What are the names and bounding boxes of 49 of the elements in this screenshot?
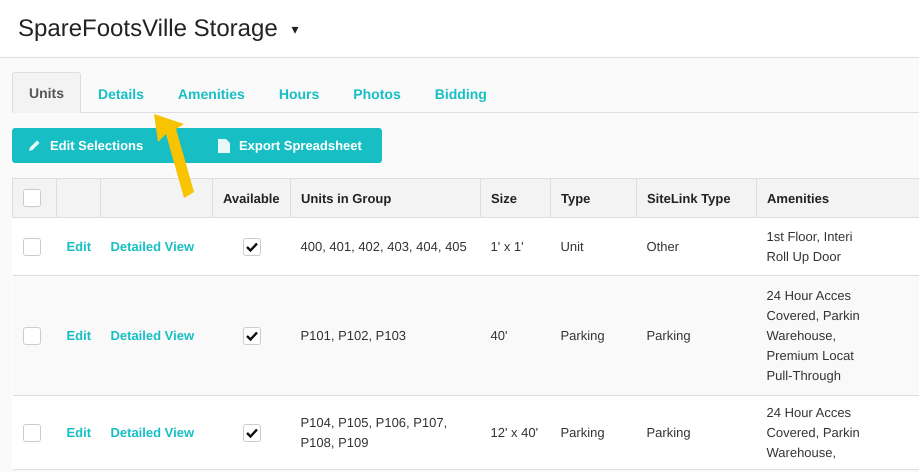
table-cell: Parking bbox=[646, 424, 691, 440]
checkbox[interactable] bbox=[242, 327, 260, 346]
column-header: Type bbox=[550, 178, 636, 218]
table-cell: Parking bbox=[646, 328, 691, 342]
page-title: SpareFootsVille Storage bbox=[18, 14, 278, 42]
column-header: Amenities bbox=[756, 178, 919, 218]
column-header: Size bbox=[480, 178, 550, 218]
checkbox[interactable] bbox=[22, 238, 40, 256]
file-icon bbox=[218, 138, 230, 152]
table-cell: P101, P102, P103 bbox=[300, 328, 406, 342]
edit-link[interactable]: Edit bbox=[66, 424, 92, 440]
tab[interactable]: Units bbox=[12, 72, 81, 113]
table-cell: 1' x 1' bbox=[490, 238, 524, 254]
tab[interactable]: Hours bbox=[262, 73, 336, 113]
table-cell: P104, P105, P106, P107, P108, P109 bbox=[300, 414, 448, 450]
table-cell: Parking bbox=[560, 424, 605, 440]
checkmark-icon bbox=[246, 242, 258, 252]
edit-link[interactable]: Edit bbox=[66, 328, 92, 342]
table-cell: 1st Floor, Interi Roll Up Door bbox=[766, 228, 852, 264]
table-cell: 400, 401, 402, 403, 404, 405 bbox=[300, 238, 467, 254]
checkbox[interactable] bbox=[242, 238, 260, 256]
dropdown-caret[interactable]: ▾ bbox=[292, 20, 299, 36]
detailed-view-link[interactable]: Detailed View bbox=[110, 424, 194, 440]
checkbox[interactable] bbox=[22, 424, 40, 442]
edit-link[interactable]: Edit bbox=[66, 238, 92, 254]
pencil-icon bbox=[28, 139, 41, 152]
table-cell: 24 Hour Acces Covered, Parkin Warehouse, Premium Locat Pull-Through bbox=[766, 288, 860, 382]
table-cell: 24 Hour Acces Covered, Parkin Warehouse, bbox=[766, 404, 860, 460]
action-button[interactable]: Export Spreadsheet bbox=[208, 128, 382, 163]
detailed-view-link[interactable]: Detailed View bbox=[110, 328, 194, 342]
column-header: SiteLink Type bbox=[636, 178, 756, 218]
table-cell: 12' x 40' bbox=[490, 424, 538, 440]
table-cell: Unit bbox=[560, 238, 584, 254]
detailed-view-link[interactable]: Detailed View bbox=[110, 238, 194, 254]
table-cell: Parking bbox=[560, 328, 605, 342]
tab[interactable]: Amenities bbox=[160, 73, 262, 113]
checkmark-icon bbox=[246, 428, 258, 438]
checkmark-icon bbox=[246, 331, 258, 342]
column-header: Units in Group bbox=[290, 178, 480, 218]
tab[interactable]: Photos bbox=[336, 73, 418, 113]
column-header: Available bbox=[212, 178, 290, 218]
checkbox[interactable] bbox=[22, 327, 40, 346]
action-button[interactable]: Edit Selections bbox=[12, 128, 208, 163]
table-cell: Other bbox=[646, 238, 680, 254]
table-cell: 40' bbox=[490, 328, 508, 342]
tab[interactable]: Bidding bbox=[418, 73, 504, 113]
tab[interactable]: Details bbox=[81, 73, 161, 113]
checkbox[interactable] bbox=[242, 424, 260, 442]
checkbox[interactable] bbox=[23, 189, 41, 207]
